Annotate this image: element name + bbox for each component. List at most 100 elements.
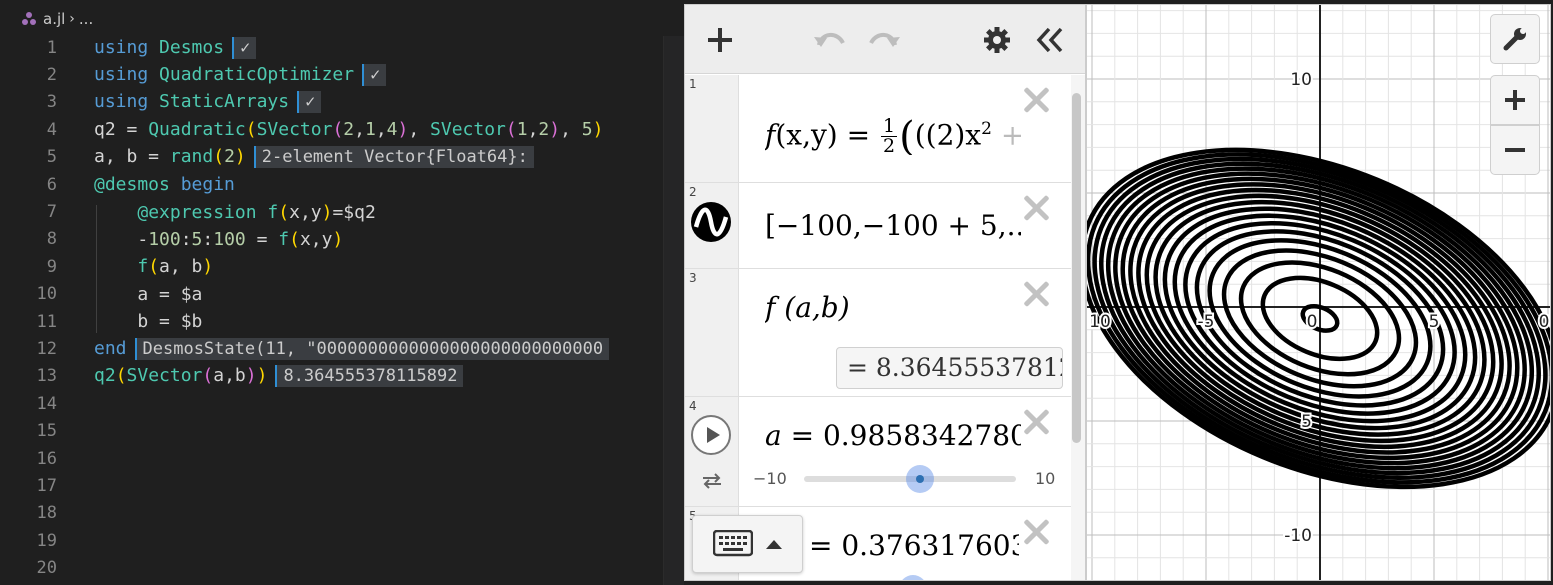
- line-number: 17: [36, 475, 57, 496]
- graph-plot[interactable]: 10 -5 0 5 0 10 5 -10: [1087, 5, 1551, 581]
- slider-thumb[interactable]: [906, 465, 935, 493]
- evaluation-result: = 8.36455537812: [836, 347, 1063, 389]
- expression-gutter[interactable]: 1: [685, 75, 739, 182]
- function-args: (x,y): [775, 118, 838, 152]
- redo-icon[interactable]: [867, 23, 901, 57]
- delete-expression-button[interactable]: [1023, 519, 1049, 545]
- expression-row[interactable]: 4 a = 0.985834278065 −10 10: [685, 397, 1071, 507]
- code-line[interactable]: 4 q2 = Quadratic(SVector(2,1,4), SVector(…: [0, 116, 604, 143]
- delete-expression-button[interactable]: [1023, 195, 1049, 221]
- keyboard-toggle-button[interactable]: [692, 515, 803, 573]
- code-text[interactable]: @expression f(x,y)=$q2: [94, 202, 375, 223]
- expression-gutter[interactable]: 4: [685, 397, 739, 506]
- exponent: 2: [981, 119, 992, 139]
- breadcrumb: a.jl › ...: [22, 8, 93, 30]
- code-line[interactable]: 13 q2(SVector(a,b)) 8.364555378115892: [0, 363, 464, 390]
- code-line[interactable]: 19: [0, 527, 57, 554]
- play-icon[interactable]: [691, 415, 731, 455]
- code-editor[interactable]: a.jl › ... 1 using Desmos ✓ 2 using Quadrat…: [0, 0, 684, 585]
- expression-math[interactable]: f(x,y) = 12(((2)x2 +: [765, 103, 1021, 155]
- expression-math[interactable]: [−100,−100 + 5,...,: [765, 205, 1021, 247]
- julia-file-icon: [22, 12, 36, 26]
- expression-math[interactable]: = 0.376317603247: [809, 525, 1019, 567]
- code-line[interactable]: 10 a = $a: [0, 281, 203, 308]
- expression-gutter[interactable]: 3: [685, 269, 739, 396]
- code-line[interactable]: 9 f(a, b): [0, 253, 214, 280]
- expression-gutter[interactable]: 2: [685, 183, 739, 268]
- delete-expression-button[interactable]: [1023, 87, 1049, 113]
- scrollbar-thumb[interactable]: [1072, 93, 1081, 443]
- close-icon: [1023, 519, 1049, 545]
- inline-result[interactable]: ✓: [362, 64, 387, 87]
- close-icon: [1023, 409, 1049, 435]
- close-icon: [1023, 87, 1049, 113]
- slider-max[interactable]: 10: [1035, 469, 1055, 488]
- code-text[interactable]: @desmos begin: [94, 174, 235, 195]
- zoom-in-button[interactable]: [1490, 75, 1540, 125]
- code-text[interactable]: end DesmosState(11, "00000000000000000000…: [94, 337, 610, 360]
- code-line[interactable]: 8 -100:5:100 = f(x,y): [0, 226, 344, 253]
- delete-expression-button[interactable]: [1023, 281, 1049, 307]
- inline-result[interactable]: 2-element Vector{Float64}:: [253, 146, 534, 169]
- line-number: 20: [36, 558, 57, 579]
- line-number: 1: [46, 37, 57, 58]
- keyboard-icon: [713, 530, 753, 557]
- expression-list[interactable]: 1 f(x,y) = 12(((2)x2 + 2 [−100,−100 + 5,…: [685, 75, 1071, 580]
- expression-index: 3: [689, 271, 697, 285]
- code-text[interactable]: q2(SVector(a,b)) 8.364555378115892: [94, 365, 464, 388]
- code-line[interactable]: 17: [0, 472, 57, 499]
- code-text[interactable]: a, b = rand(2) 2-element Vector{Float64}:: [94, 146, 534, 169]
- code-text[interactable]: using StaticArrays ✓: [94, 91, 322, 114]
- expression-math[interactable]: a = 0.985834278065: [765, 415, 1021, 457]
- zoom-out-button[interactable]: [1490, 125, 1540, 175]
- code-line[interactable]: 2 using QuadraticOptimizer ✓: [0, 61, 387, 88]
- double-chevron-left-icon[interactable]: [1033, 23, 1067, 57]
- plus-icon[interactable]: [703, 23, 737, 57]
- delete-expression-button[interactable]: [1023, 409, 1049, 435]
- graph-settings-button[interactable]: [1490, 14, 1540, 64]
- breadcrumb-file[interactable]: a.jl: [43, 10, 65, 28]
- line-number: 9: [46, 256, 57, 277]
- code-lines[interactable]: 1 using Desmos ✓ 2 using QuadraticOptimizer…: [0, 34, 610, 582]
- code-line[interactable]: 6 @desmos begin: [0, 171, 235, 198]
- code-line[interactable]: 3 using StaticArrays ✓: [0, 89, 322, 116]
- code-line[interactable]: 12 end DesmosState(11, "000000000000000000…: [0, 335, 610, 362]
- code-text[interactable]: f(a, b): [94, 256, 213, 277]
- gear-icon[interactable]: [980, 23, 1014, 57]
- slider-min[interactable]: −10: [753, 469, 787, 488]
- code-line[interactable]: 5 a, b = rand(2) 2-element Vector{Float64}…: [0, 144, 534, 171]
- code-text[interactable]: a = $a: [94, 284, 202, 305]
- tick-label: 0: [1307, 312, 1318, 332]
- code-line[interactable]: 11 b = $b: [0, 308, 203, 335]
- code-line[interactable]: 7 @expression f(x,y)=$q2: [0, 198, 376, 225]
- inline-result[interactable]: ✓: [232, 36, 257, 59]
- code-text[interactable]: using QuadraticOptimizer ✓: [94, 64, 387, 87]
- code-line[interactable]: 14: [0, 390, 57, 417]
- code-text[interactable]: b = $b: [94, 311, 202, 332]
- code-line[interactable]: 16: [0, 445, 57, 472]
- code-text[interactable]: q2 = Quadratic(SVector(2,1,4), SVector(1…: [94, 119, 603, 140]
- expression-tail: +: [992, 118, 1021, 151]
- undo-icon[interactable]: [813, 23, 847, 57]
- code-line[interactable]: 18: [0, 500, 57, 527]
- inline-result[interactable]: DesmosState(11, "00000000000000000000000…: [134, 337, 610, 360]
- expression-row[interactable]: 2 [−100,−100 + 5,...,: [685, 183, 1071, 269]
- desmos-expression-panel[interactable]: 1 f(x,y) = 12(((2)x2 + 2 [−100,−100 + 5,…: [684, 4, 1086, 581]
- inline-result[interactable]: ✓: [297, 91, 322, 114]
- expression-row[interactable]: 1 f(x,y) = 12(((2)x2 +: [685, 75, 1071, 183]
- line-number: 14: [36, 393, 57, 414]
- color-wave-icon[interactable]: [690, 201, 732, 243]
- expression-math[interactable]: f (a,b): [765, 287, 1021, 329]
- minimap[interactable]: [663, 36, 684, 585]
- graph-canvas[interactable]: 10 -5 0 5 0 10 5 -10: [1086, 4, 1551, 581]
- code-line[interactable]: 15: [0, 417, 57, 444]
- fraction: 12: [881, 117, 898, 155]
- code-text[interactable]: -100:5:100 = f(x,y): [94, 229, 343, 250]
- code-line[interactable]: 1 using Desmos ✓: [0, 34, 257, 61]
- code-text[interactable]: using Desmos ✓: [94, 36, 257, 59]
- loop-icon[interactable]: [700, 471, 724, 491]
- breadcrumb-rest[interactable]: ...: [79, 10, 93, 28]
- inline-result[interactable]: 8.364555378115892: [275, 365, 464, 388]
- code-line[interactable]: 20: [0, 554, 57, 581]
- slider-thumb[interactable]: [899, 575, 927, 580]
